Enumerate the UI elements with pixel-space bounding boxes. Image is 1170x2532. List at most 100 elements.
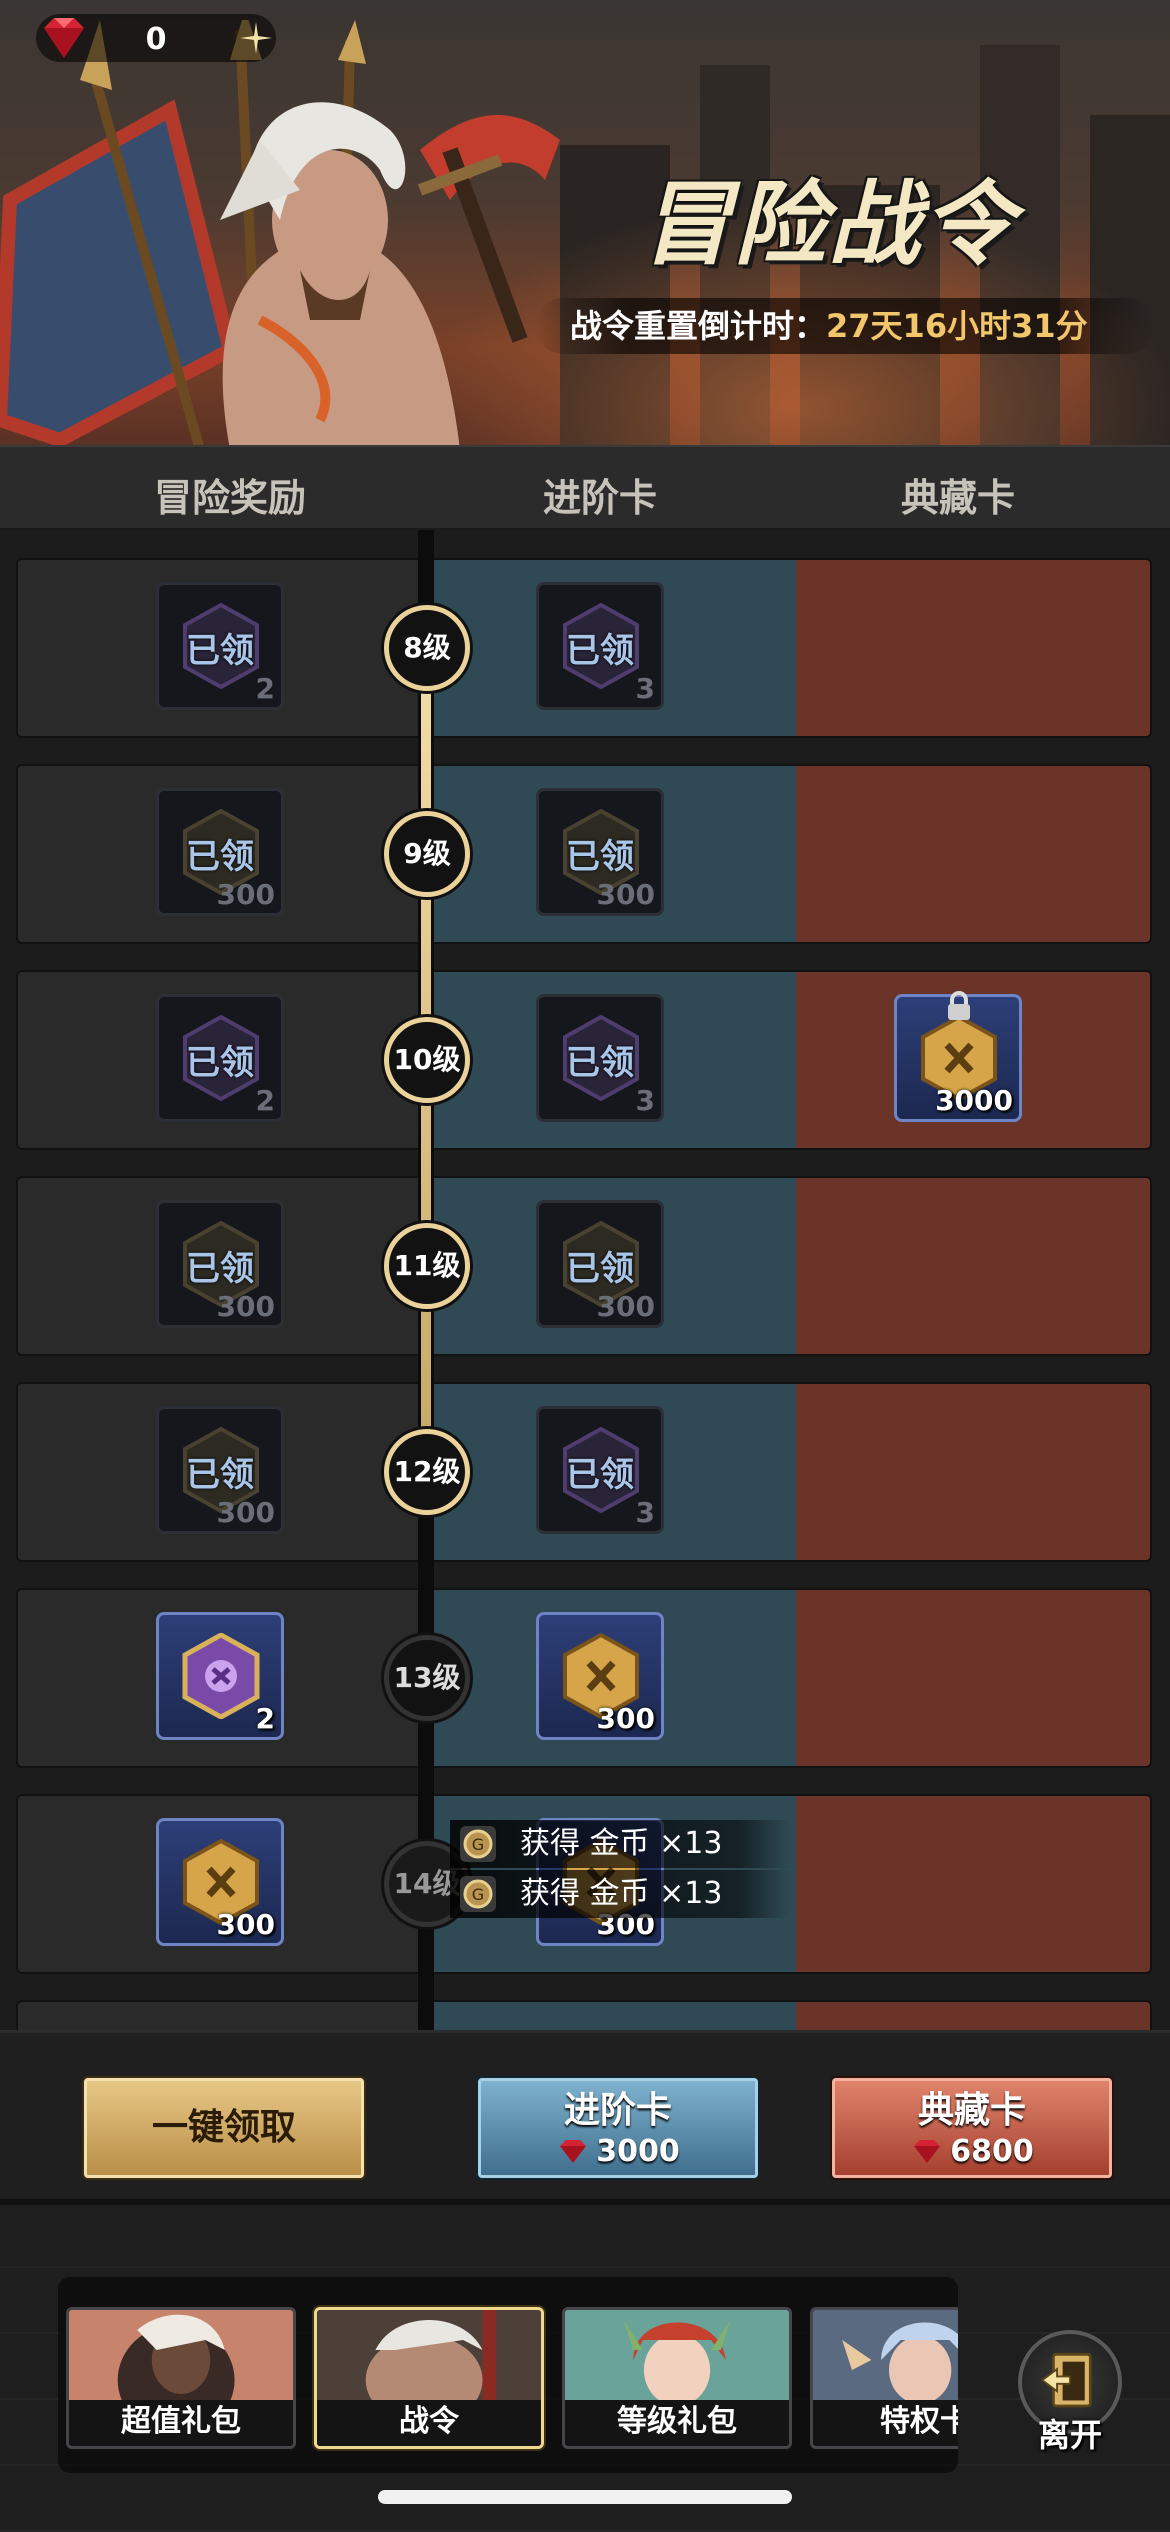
advanced-card-price-value: 3000 bbox=[596, 2134, 680, 2169]
tab-label: 特权卡 bbox=[813, 2400, 958, 2446]
reward-quantity: 300 bbox=[596, 878, 655, 911]
hero-character-art bbox=[0, 20, 560, 445]
tab-battle-pass[interactable]: 战令 bbox=[314, 2307, 544, 2449]
tab-level-pack[interactable]: 等级礼包 bbox=[562, 2307, 792, 2449]
reward-track-list[interactable]: 已领 2 已领 3 已领 300 已领 300 已领 2 已领 3 3000 已… bbox=[0, 530, 1170, 2030]
reward-toast: G 获得 金币 ×13 bbox=[450, 1870, 790, 1918]
gem-count: 0 bbox=[145, 22, 167, 57]
add-gems-plus-icon[interactable] bbox=[238, 20, 274, 56]
advanced-reward-item[interactable]: 已领 3 bbox=[536, 1406, 664, 1534]
countdown-label: 战令重置倒计时： bbox=[570, 307, 827, 345]
leave-label: 离开 bbox=[1037, 2416, 1102, 2454]
advanced-card-price: 3000 bbox=[481, 2133, 755, 2171]
toast-text: 获得 金币 bbox=[520, 1876, 650, 1911]
ruby-gem-icon bbox=[44, 18, 84, 58]
reward-row bbox=[16, 2000, 1152, 2030]
level-node: 10级 bbox=[384, 1017, 470, 1103]
reward-quantity: 300 bbox=[216, 1908, 275, 1941]
reward-quantity: 300 bbox=[596, 1702, 655, 1735]
reward-quantity: 3 bbox=[635, 1496, 655, 1529]
claimed-label: 已领 bbox=[566, 631, 634, 671]
level-node: 11级 bbox=[384, 1223, 470, 1309]
collector-card-label: 典藏卡 bbox=[917, 2090, 1026, 2131]
reward-quantity: 3 bbox=[635, 672, 655, 705]
level-node: 12级 bbox=[384, 1429, 470, 1515]
level-node: 8级 bbox=[384, 605, 470, 691]
reward-row: 已领 300 已领 3 bbox=[16, 1382, 1152, 1562]
column-collector-card: 典藏卡 bbox=[900, 476, 1015, 520]
tab-value-pack[interactable]: 超值礼包 bbox=[66, 2307, 296, 2449]
column-free-rewards: 冒险奖励 bbox=[153, 476, 306, 520]
collector-card-price-value: 6800 bbox=[950, 2134, 1034, 2169]
tab-privilege-card[interactable]: 特权卡 bbox=[810, 2307, 958, 2449]
gold-coin-icon: G bbox=[460, 1876, 496, 1912]
reward-quantity: 3 bbox=[635, 1084, 655, 1117]
advanced-reward-item[interactable]: 已领 300 bbox=[536, 1200, 664, 1328]
tab-label: 等级礼包 bbox=[565, 2400, 789, 2446]
battle-pass-title: 冒险战令 bbox=[640, 170, 1017, 278]
claimed-label: 已领 bbox=[186, 1249, 254, 1289]
reward-quantity: 2 bbox=[255, 1084, 275, 1117]
buy-advanced-card-button[interactable]: 进阶卡 3000 bbox=[478, 2078, 758, 2178]
banner: 0 冒险战令 战令重置倒计时：27天16小时31分 bbox=[0, 0, 1170, 445]
free-reward-item[interactable]: 已领 300 bbox=[156, 1406, 284, 1534]
ruby-gem-icon bbox=[914, 2140, 941, 2163]
gem-counter: 0 bbox=[36, 14, 276, 62]
tab-character-art bbox=[813, 2310, 958, 2406]
svg-text:G: G bbox=[472, 1835, 484, 1854]
collector-reward-item[interactable]: 3000 bbox=[894, 991, 1022, 1122]
advanced-reward-item[interactable]: 已领 300 bbox=[536, 788, 664, 916]
free-reward-item[interactable]: 已领 2 bbox=[156, 994, 284, 1122]
reward-quantity: 2 bbox=[255, 672, 275, 705]
free-reward-item[interactable]: 已领 300 bbox=[156, 788, 284, 916]
toast-multiplier: ×13 bbox=[659, 1826, 723, 1861]
claimed-label: 已领 bbox=[566, 837, 634, 877]
toast-multiplier: ×13 bbox=[659, 1876, 723, 1911]
action-bar: 一键领取 进阶卡 3000 典藏卡 6800 bbox=[0, 2030, 1170, 2205]
reward-quantity: 3000 bbox=[935, 1084, 1013, 1117]
bottom-navigation: 超值礼包 战令 等级礼包 特权卡 bbox=[0, 2205, 1170, 2532]
gold-coin-icon: G bbox=[460, 1826, 496, 1862]
purple-emblem-hex-icon bbox=[182, 1633, 260, 1719]
reward-quantity: 300 bbox=[216, 878, 275, 911]
ruby-gem-icon bbox=[560, 2140, 587, 2163]
tab-label: 超值礼包 bbox=[69, 2400, 293, 2446]
collector-card-price: 6800 bbox=[835, 2133, 1109, 2171]
claimed-label: 已领 bbox=[566, 1455, 634, 1495]
shop-tab-bar[interactable]: 超值礼包 战令 等级礼包 特权卡 bbox=[58, 2277, 958, 2473]
reward-toast: G 获得 金币 ×13 bbox=[450, 1820, 790, 1868]
level-node: 13级 bbox=[384, 1635, 470, 1721]
reward-row: 2 300 bbox=[16, 1588, 1152, 1768]
advanced-reward-item[interactable]: 已领 3 bbox=[536, 994, 664, 1122]
tab-character-art bbox=[565, 2310, 789, 2406]
column-advanced-card: 进阶卡 bbox=[542, 476, 657, 520]
claimed-label: 已领 bbox=[186, 1455, 254, 1495]
claimed-label: 已领 bbox=[186, 837, 254, 877]
svg-text:G: G bbox=[472, 1885, 484, 1904]
reset-countdown: 战令重置倒计时：27天16小时31分 bbox=[535, 298, 1155, 354]
advanced-reward-item[interactable]: 已领 3 bbox=[536, 582, 664, 710]
claim-all-label: 一键领取 bbox=[151, 2107, 296, 2148]
reward-row: 已领 300 已领 300 bbox=[16, 1176, 1152, 1356]
reward-quantity: 300 bbox=[216, 1496, 275, 1529]
reward-quantity: 2 bbox=[255, 1702, 275, 1735]
tab-character-art bbox=[317, 2310, 541, 2406]
claimed-label: 已领 bbox=[186, 1043, 254, 1083]
claimed-label: 已领 bbox=[566, 1249, 634, 1289]
reward-column-headers: 冒险奖励 进阶卡 典藏卡 bbox=[0, 445, 1170, 530]
free-reward-item[interactable]: 2 bbox=[156, 1612, 284, 1740]
reward-quantity: 300 bbox=[216, 1290, 275, 1323]
tab-label: 战令 bbox=[317, 2400, 541, 2446]
advanced-reward-item[interactable]: 300 bbox=[536, 1612, 664, 1740]
buy-collector-card-button[interactable]: 典藏卡 6800 bbox=[832, 2078, 1112, 2178]
claimed-label: 已领 bbox=[566, 1043, 634, 1083]
reward-row: 已领 300 已领 300 bbox=[16, 764, 1152, 944]
free-reward-item[interactable]: 已领 300 bbox=[156, 1200, 284, 1328]
toast-text: 获得 金币 bbox=[520, 1826, 650, 1861]
free-reward-item[interactable]: 已领 2 bbox=[156, 582, 284, 710]
home-indicator[interactable] bbox=[378, 2490, 792, 2504]
countdown-value: 27天16小时31分 bbox=[826, 307, 1088, 345]
free-reward-item[interactable]: 300 bbox=[156, 1818, 284, 1946]
claim-all-button[interactable]: 一键领取 bbox=[84, 2078, 364, 2178]
reward-quantity: 300 bbox=[596, 1290, 655, 1323]
